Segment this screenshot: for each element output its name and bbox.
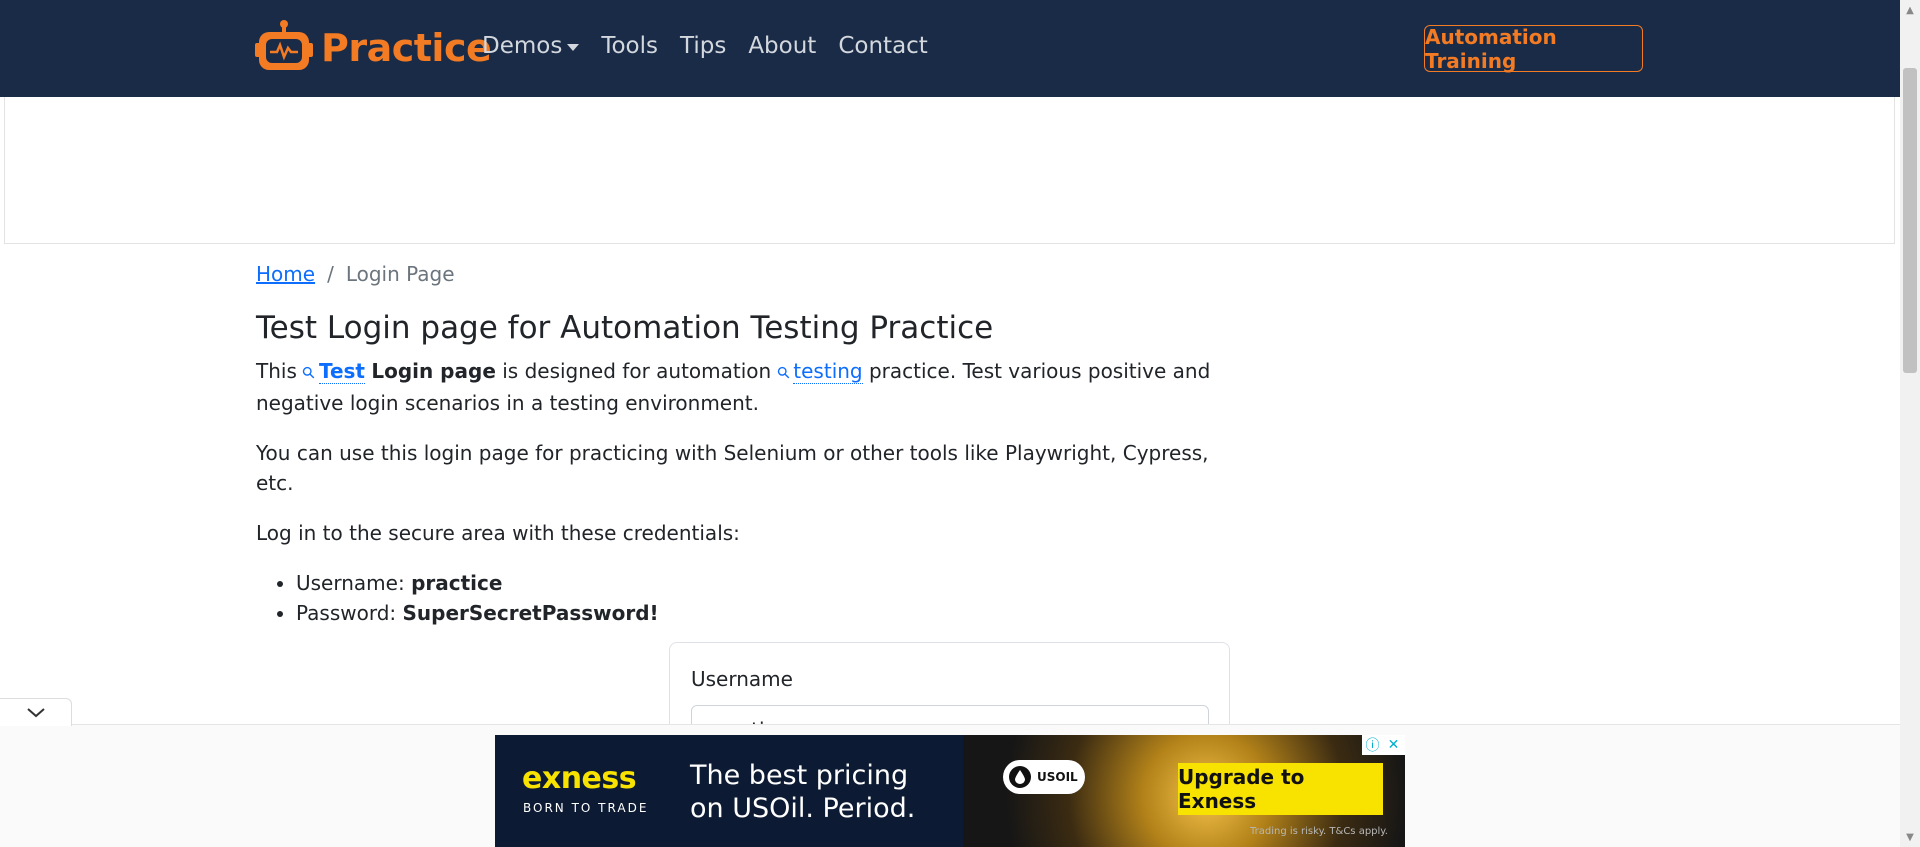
breadcrumb-current: Login Page [345,262,455,286]
brand-logo-link[interactable]: Practice [255,19,492,77]
scroll-down-arrow-icon[interactable]: ▼ [1900,827,1920,847]
breadcrumb: Home / Login Page [256,262,1236,286]
ad-headline-line: The best pricing [690,760,909,791]
upgrade-to-exness-button[interactable]: Upgrade to Exness [1178,763,1383,815]
keyword-link-testing[interactable]: testing [793,359,863,384]
username-value: practice [411,571,503,595]
nav-item-label: Demos [482,33,563,59]
robot-logo-icon [255,19,313,77]
list-item: Password: SuperSecretPassword! [296,598,1236,628]
nav-item-tools[interactable]: Tools [601,33,658,59]
tools-paragraph: You can use this login page for practici… [256,441,1209,495]
ad-info-icon[interactable]: ⓘ [1362,735,1383,755]
top-navbar: Practice Demos Tools Tips About Contact … [0,0,1900,97]
caret-down-icon [567,43,580,51]
ad-disclaimer: Trading is risky. T&Cs apply. [1250,826,1388,837]
ad-logo: exness [522,761,637,796]
automation-training-button[interactable]: Automation Training [1424,25,1643,73]
ad-headline-line: on USOil. Period. [690,793,916,824]
collapse-ad-button[interactable] [0,698,72,726]
nav-item-tips[interactable]: Tips [680,33,726,59]
nav-item-contact[interactable]: Contact [838,33,927,59]
nav-item-label: Tools [601,33,658,59]
intro-text: is designed for automation [495,359,778,383]
scroll-up-arrow-icon[interactable]: ▲ [1900,0,1920,20]
ad-close-icon[interactable]: ✕ [1383,735,1404,755]
usoil-badge-label: USOIL [1037,770,1078,784]
top-ad-slot [4,97,1895,244]
ad-choices: ⓘ ✕ [1362,735,1405,755]
brand-name: Practice [321,26,492,70]
nav-item-label: Tips [680,33,727,59]
nav-menu: Demos Tools Tips About Contact [482,33,950,59]
nav-item-label: About [748,33,817,59]
breadcrumb-separator: / [327,262,334,286]
username-field-label: Username [691,667,793,691]
ad-tagline: BORN TO TRADE [523,801,649,815]
keyword-link-test[interactable]: Test [318,359,365,384]
breadcrumb-home-link[interactable]: Home [256,262,315,286]
page-title: Test Login page for Automation Testing P… [256,310,994,346]
scrollbar-thumb[interactable] [1903,68,1917,373]
ad-banner[interactable]: exness BORN TO TRADE The best pricing on… [495,735,1405,847]
password-value: SuperSecretPassword! [402,601,659,625]
main-content: Home / Login Page Test Login page for Au… [256,262,1236,628]
ad-headline: The best pricing on USOil. Period. [690,759,915,825]
intro-paragraph: This ⚲Test Login page is designed for au… [256,356,1236,418]
chevron-down-icon [26,707,45,717]
credentials-intro: Log in to the secure area with these cre… [256,521,740,545]
nav-item-about[interactable]: About [748,33,816,59]
nav-item-label: Contact [838,33,928,59]
list-item: Username: practice [296,568,1236,598]
username-label: Username: [296,571,412,595]
password-label: Password: [296,601,403,625]
vertical-scrollbar[interactable]: ▲ ▼ [1900,0,1920,847]
credentials-list: Username: practice Password: SuperSecret… [296,568,1236,628]
oil-drop-icon [1009,766,1031,788]
nav-item-demos[interactable]: Demos [482,33,580,59]
login-page-bold: Login page [371,359,496,383]
usoil-badge: USOIL [1003,760,1085,794]
